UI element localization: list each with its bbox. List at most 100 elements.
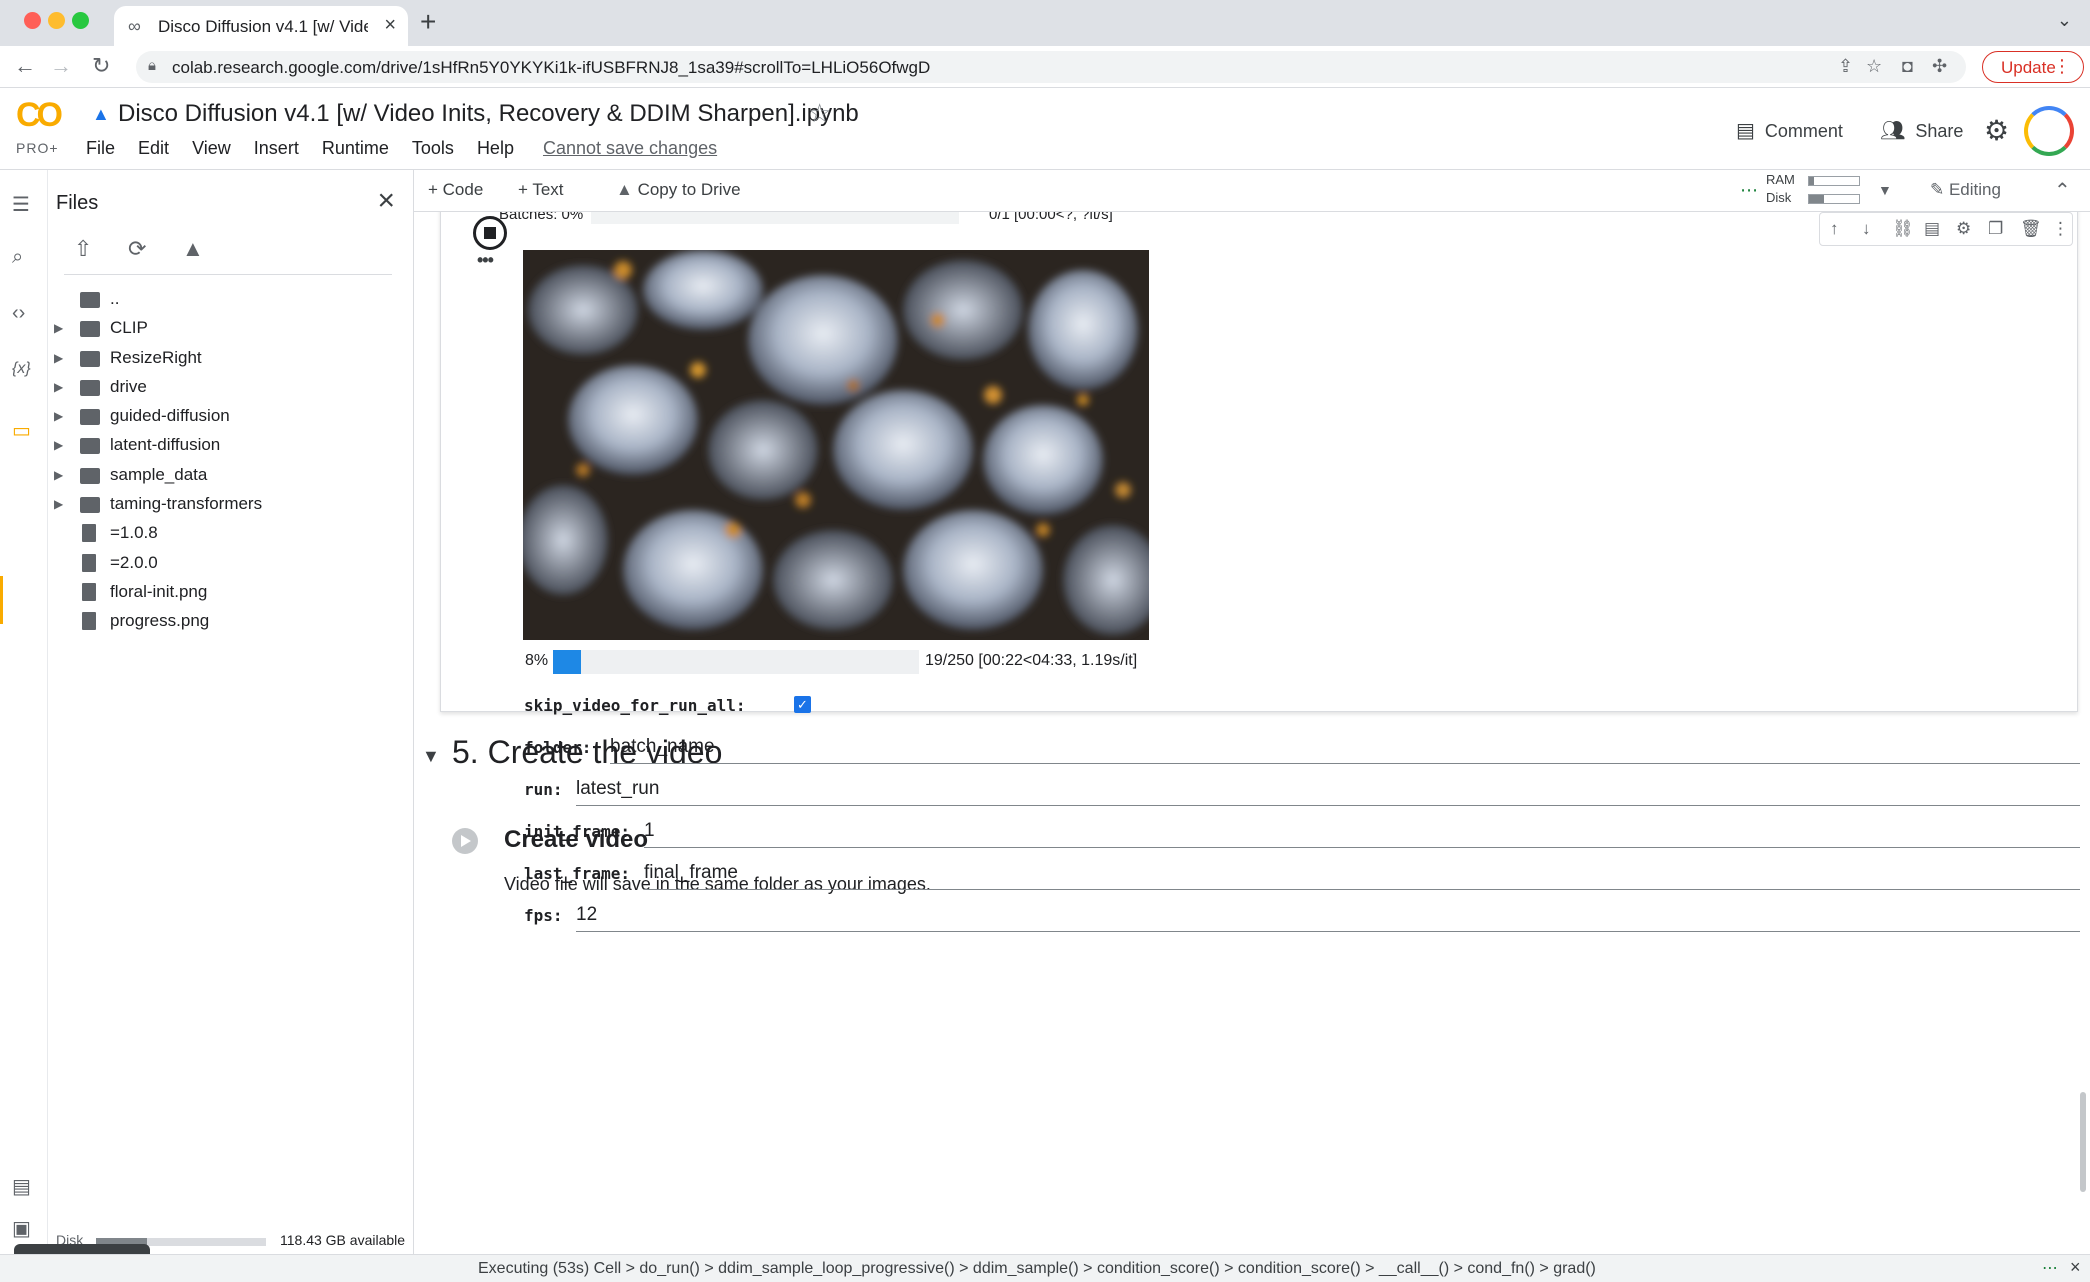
file-tree-item[interactable]: ▶ sample_data	[48, 462, 414, 491]
file-tree-item[interactable]: ▶ guided-diffusion	[48, 403, 414, 432]
expand-caret-icon[interactable]: ▶	[54, 438, 63, 452]
move-up-icon[interactable]: ↑	[1830, 219, 1839, 239]
colab-logo[interactable]: CO PRO+	[16, 96, 76, 156]
close-window-button[interactable]	[24, 12, 41, 29]
settings-gear-icon[interactable]: ⚙	[1984, 114, 2009, 147]
file-tree-item[interactable]: =1.0.8	[48, 520, 414, 549]
more-horiz-icon[interactable]: •••	[477, 250, 494, 271]
menu-tools[interactable]: Tools	[412, 138, 454, 159]
command-palette-icon[interactable]: ▤	[12, 1174, 31, 1199]
delete-icon[interactable]: 🗑︎	[2020, 219, 2042, 239]
copy-to-drive-button[interactable]: ▲ Copy to Drive	[616, 180, 741, 200]
menu-edit[interactable]: Edit	[138, 138, 169, 159]
add-code-button[interactable]: + Code	[428, 180, 483, 200]
browser-tab[interactable]: ∞ Disco Diffusion v4.1 [w/ Video ×	[114, 6, 408, 46]
variables-icon[interactable]: {x}	[12, 360, 31, 378]
status-more-icon[interactable]: ⋯	[2042, 1258, 2058, 1278]
update-button[interactable]: Update ⋮	[1982, 51, 2084, 83]
tab-search-icon[interactable]: ⌄	[2057, 10, 2072, 31]
resources-dropdown-icon[interactable]: ▼	[1878, 182, 1892, 198]
rail-active-indicator	[0, 576, 3, 624]
comment-button[interactable]: ▤ Comment	[1736, 118, 1843, 143]
files-panel-title: Files	[56, 192, 99, 214]
search-icon[interactable]: ⌕	[12, 246, 23, 269]
scrollbar-thumb[interactable]	[2080, 1092, 2086, 1192]
expand-caret-icon[interactable]: ▶	[54, 351, 63, 365]
folder-input[interactable]: batch_name	[610, 732, 2080, 764]
file-tree-label: CLIP	[110, 318, 148, 338]
file-tree-item[interactable]: =2.0.0	[48, 550, 414, 579]
fps-input[interactable]: 12	[576, 900, 2080, 932]
collapse-header-icon[interactable]: ⌃	[2054, 178, 2071, 203]
minimize-window-button[interactable]	[48, 12, 65, 29]
share-page-icon[interactable]: ⇪	[1838, 56, 1853, 77]
files-folder-icon[interactable]: ▭	[12, 418, 31, 443]
init-frame-input[interactable]: 1	[644, 816, 2080, 848]
section-collapse-icon[interactable]: ▼	[422, 746, 440, 767]
account-avatar[interactable]	[2024, 106, 2074, 156]
menu-view[interactable]: View	[192, 138, 231, 159]
forward-icon[interactable]: →	[50, 53, 72, 79]
file-tree-item[interactable]: ▶ drive	[48, 374, 414, 403]
file-tree-item[interactable]: ▶ ResizeRight	[48, 345, 414, 374]
more-vert-icon[interactable]: ⋮	[2052, 219, 2069, 239]
menu-file[interactable]: File	[86, 138, 115, 159]
param-last-frame: last_frame: final_frame	[524, 854, 2080, 896]
expand-caret-icon[interactable]: ▶	[54, 497, 63, 511]
menu-help[interactable]: Help	[477, 138, 514, 159]
link-icon[interactable]: ⛓	[1892, 219, 1914, 239]
add-comment-icon[interactable]: ▤	[1924, 219, 1940, 239]
menu-insert[interactable]: Insert	[254, 138, 299, 159]
table-of-contents-icon[interactable]: ☰	[12, 192, 30, 217]
update-label: Update	[2001, 58, 2056, 77]
star-icon[interactable]: ☆	[808, 98, 831, 129]
cell-settings-icon[interactable]: ⚙	[1956, 219, 1971, 239]
skip-video-checkbox[interactable]: ✓	[794, 696, 811, 713]
terminal-icon[interactable]: ▣	[12, 1216, 31, 1241]
move-down-icon[interactable]: ↓	[1862, 219, 1871, 239]
mirror-cell-icon[interactable]: ❐	[1988, 219, 2003, 239]
last-frame-label: last_frame:	[524, 864, 630, 883]
run-input[interactable]: latest_run	[576, 774, 2080, 806]
expand-caret-icon[interactable]: ▶	[54, 380, 63, 394]
bookmark-star-icon[interactable]: ☆	[1866, 56, 1882, 77]
url-input[interactable]: 🔒︎ colab.research.google.com/drive/1sHfR…	[136, 51, 1966, 83]
menu-runtime[interactable]: Runtime	[322, 138, 389, 159]
file-tree-item[interactable]: ▶ CLIP	[48, 315, 414, 344]
file-icon	[82, 612, 96, 631]
close-icon[interactable]: ×	[377, 184, 395, 218]
refresh-folder-icon[interactable]: ⟳	[128, 236, 146, 262]
extensions-icon[interactable]: ✣	[1932, 56, 1947, 77]
browser-tab-bar: ∞ Disco Diffusion v4.1 [w/ Video × + ⌄	[0, 0, 2090, 46]
batches-progress-bar	[591, 212, 959, 224]
mount-drive-icon[interactable]: ▲	[182, 236, 204, 262]
camera-icon[interactable]: ◘	[1902, 56, 1913, 77]
cannot-save-link[interactable]: Cannot save changes	[543, 138, 717, 159]
reload-icon[interactable]: ↻	[92, 53, 110, 79]
files-panel: Files × ⇧ ⟳ ▲ .. ▶ CLIP ▶ ResizeRight ▶ drive ▶…	[48, 170, 414, 1282]
last-frame-input[interactable]: final_frame	[644, 858, 2080, 890]
notebook-title[interactable]: Disco Diffusion v4.1 [w/ Video Inits, Re…	[118, 100, 859, 128]
file-tree-item[interactable]: progress.png	[48, 608, 414, 637]
editing-mode-button[interactable]: ✎ Editing	[1930, 180, 2001, 200]
run-cell-button[interactable]	[452, 828, 478, 854]
disk-available: 118.43 GB available	[280, 1232, 406, 1248]
close-status-icon[interactable]: ×	[2070, 1257, 2081, 1278]
expand-caret-icon[interactable]: ▶	[54, 468, 63, 482]
file-tree-item[interactable]: ▶ latent-diffusion	[48, 432, 414, 461]
add-text-button[interactable]: + Text	[518, 180, 564, 200]
file-tree-item[interactable]: ..	[48, 286, 414, 315]
code-snippets-icon[interactable]: ‹›	[12, 302, 25, 325]
maximize-window-button[interactable]	[72, 12, 89, 29]
file-tree-item[interactable]: ▶ taming-transformers	[48, 491, 414, 520]
resource-monitor[interactable]: RAM Disk	[1766, 172, 1860, 208]
share-button[interactable]: 👥︎ Share	[1880, 118, 1963, 143]
stop-icon	[484, 227, 496, 239]
expand-caret-icon[interactable]: ▶	[54, 409, 63, 423]
close-tab-icon[interactable]: ×	[384, 14, 396, 37]
file-tree-item[interactable]: floral-init.png	[48, 579, 414, 608]
new-tab-icon[interactable]: +	[420, 6, 436, 38]
expand-caret-icon[interactable]: ▶	[54, 321, 63, 335]
back-icon[interactable]: ←	[14, 53, 36, 79]
upload-file-icon[interactable]: ⇧	[74, 236, 92, 262]
